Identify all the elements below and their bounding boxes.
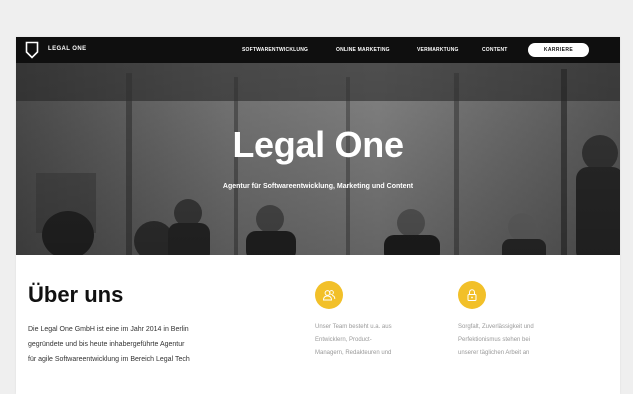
feature-line: Unser Team besteht u.a. aus xyxy=(315,324,392,330)
nav-online-marketing[interactable]: ONLINE MARKETING xyxy=(336,47,390,53)
hero-subtitle: Agentur für Softwareentwicklung, Marketi… xyxy=(222,183,414,190)
feature-line: Managern, Redakteuren und xyxy=(315,350,392,356)
feature-line: Sorgfalt, Zuverlässigkeit und xyxy=(458,324,534,330)
team-feature-text: Unser Team besteht u.a. aus Entwicklern,… xyxy=(315,321,425,360)
team-icon xyxy=(315,281,343,309)
about-heading: Über uns xyxy=(28,282,124,307)
brand-name[interactable]: LEGAL ONE xyxy=(48,46,87,52)
about-line: gegründete und bis heute inhabergeführte… xyxy=(28,341,185,348)
website-frame: LEGAL ONE SOFTWARENTWICKLUNG ONLINE MARK… xyxy=(16,37,620,394)
feature-line: Perfektionismus stehen bei xyxy=(458,337,531,343)
about-line: für agile Softwareentwicklung im Bereich… xyxy=(28,356,190,363)
feature-line: Entwicklern, Product- xyxy=(315,337,372,343)
top-navigation-bar: LEGAL ONE SOFTWARENTWICKLUNG ONLINE MARK… xyxy=(16,37,620,63)
nav-content[interactable]: CONTENT xyxy=(482,47,508,53)
lock-icon xyxy=(458,281,486,309)
hero-title: Legal One xyxy=(232,124,404,165)
lock-feature-text: Sorgfalt, Zuverlässigkeit und Perfektion… xyxy=(458,321,568,360)
nav-softwareentwicklung[interactable]: SOFTWARENTWICKLUNG xyxy=(242,47,308,53)
feature-line: unserer täglichen Arbeit an xyxy=(458,350,530,356)
nav-vermarktung[interactable]: VERMARKTUNG xyxy=(417,47,459,53)
career-button[interactable]: KARRIERE xyxy=(528,43,589,57)
about-line: Die Legal One GmbH ist eine im Jahr 2014… xyxy=(28,326,189,333)
shield-logo-icon[interactable] xyxy=(25,41,39,59)
about-paragraph: Die Legal One GmbH ist eine im Jahr 2014… xyxy=(28,322,263,367)
hero-section: Legal One Agentur für Softwareentwicklun… xyxy=(16,63,620,255)
